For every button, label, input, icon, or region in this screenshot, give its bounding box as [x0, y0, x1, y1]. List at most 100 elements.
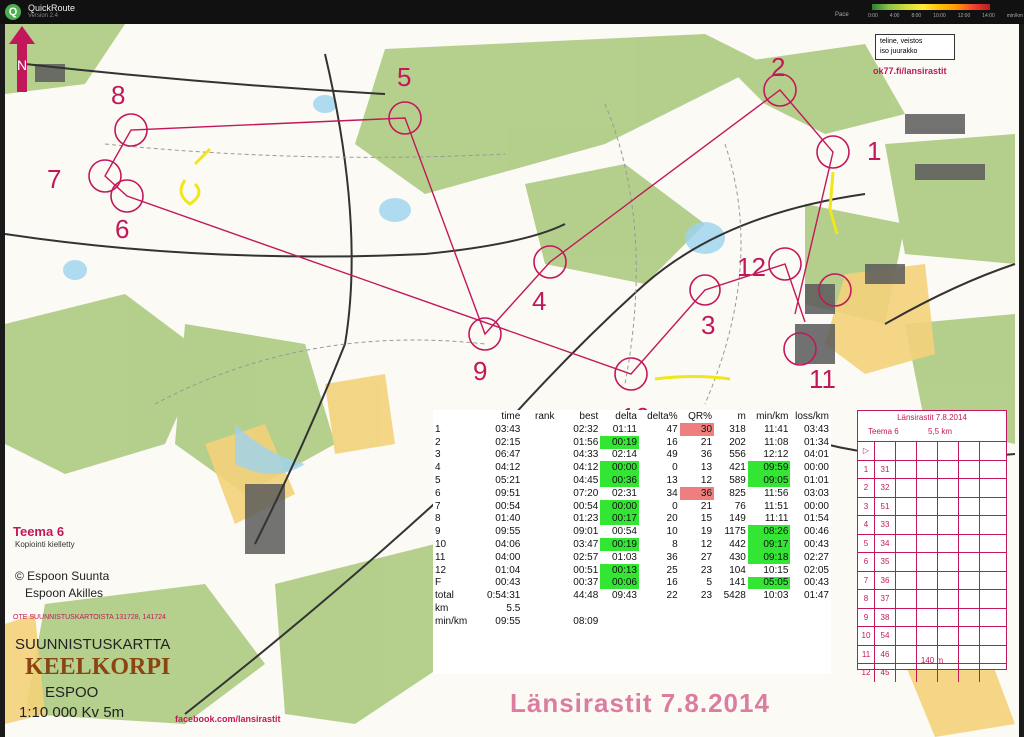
card-row: 3 51	[858, 496, 1006, 515]
split-cell	[522, 487, 556, 500]
split-cell: 104	[729, 564, 746, 576]
split-cell: 202	[729, 436, 746, 448]
split-cell	[600, 602, 639, 615]
split-cell: 421	[729, 462, 746, 474]
split-cell: 12	[700, 539, 713, 551]
split-cell: 12	[700, 475, 713, 487]
split-cell: 11	[435, 551, 446, 563]
split-cell	[639, 602, 680, 615]
split-cell: 08:26	[747, 525, 791, 539]
split-header-cell: m	[737, 411, 746, 422]
split-cell: 01:01	[803, 475, 829, 487]
svg-text:N: N	[17, 57, 27, 73]
split-header-cell: delta	[615, 411, 637, 422]
split-cell: 22	[666, 590, 678, 602]
split-cell: 15	[700, 513, 713, 525]
split-row: 5 05:21 04:45 00:36 13 12 589 09:05 01:01	[433, 474, 831, 487]
split-cell: 44:48	[573, 590, 599, 602]
split-cell	[680, 602, 714, 615]
split-cell: 12	[435, 564, 447, 576]
split-cell: 23	[700, 564, 713, 576]
split-times-table: time rank best delta delta% QR% m min/km loss/km…	[433, 410, 831, 628]
split-cell: 16	[666, 436, 678, 448]
split-cell: km	[435, 603, 449, 615]
split-cell: 10:03	[763, 590, 789, 602]
split-cell: 10:15	[763, 564, 789, 576]
split-cell: F	[435, 577, 442, 589]
split-cell: 430	[729, 551, 746, 563]
split-header-row: time rank best delta delta% QR% m min/km loss/km	[433, 410, 831, 423]
split-cell: 02:15	[495, 436, 521, 448]
split-cell	[714, 602, 748, 615]
split-cell	[522, 602, 556, 615]
split-cell	[522, 525, 556, 538]
split-cell: 00:19	[600, 435, 639, 449]
split-cell: 09:55	[495, 615, 521, 627]
split-cell: 25	[666, 564, 678, 576]
split-cell: 09:18	[747, 550, 791, 564]
control-description-card: Länsirastit 7.8.2014 Teema 6 5,5 km ▷ 13…	[857, 410, 1007, 682]
split-cell: 5	[435, 475, 441, 487]
split-cell: 03:43	[803, 423, 829, 435]
split-row: 7 00:54 00:54 00:00 0 21 76 11:51 00:00	[433, 499, 831, 513]
split-cell: 2	[435, 436, 441, 448]
split-cell: 0	[672, 462, 678, 474]
split-cell: 00:43	[803, 577, 829, 589]
split-cell: 05:21	[495, 475, 521, 487]
split-header-cell: delta%	[647, 411, 678, 422]
split-cell: 04:00	[495, 551, 521, 563]
split-cell: 02:14	[611, 449, 637, 461]
split-cell: 30	[679, 423, 715, 436]
card-rows: ▷ 1 31 2 32 3 51 4 33 5 34 6 35 7 36 8 37 9 38 10…	[858, 441, 1006, 682]
split-cell: 03:43	[495, 423, 521, 435]
split-row: 1 03:43 02:32 01:11 47 30 318 11:41 03:43	[433, 423, 831, 436]
split-cell: 4	[435, 462, 441, 474]
map-symbol-legend: teline, veistos iso juurakko	[875, 34, 955, 60]
split-header-cell: QR%	[688, 411, 713, 422]
split-row: 12 01:04 00:51 00:13 25 23 104 10:15 02:05	[433, 563, 831, 577]
split-row: 6 09:51 07:20 02:31 34 36 825 11:56 03:03	[433, 486, 831, 500]
split-cell	[556, 602, 600, 615]
split-cell	[714, 615, 748, 628]
course-name: Teema 6	[13, 524, 65, 539]
split-cell: 04:33	[573, 449, 599, 461]
split-header-cell: best	[579, 411, 599, 422]
split-cell	[522, 564, 556, 577]
split-cell: 0	[672, 500, 678, 512]
split-header-cell: rank	[535, 411, 555, 422]
app-version: Version 2.4	[28, 13, 59, 19]
card-row: 10 54	[858, 626, 1006, 645]
split-cell	[522, 513, 556, 526]
split-cell: 21	[700, 436, 713, 448]
split-cell: 04:01	[803, 449, 829, 461]
split-cell: 01:56	[573, 436, 599, 448]
split-cell: 825	[729, 487, 746, 499]
split-cell: 10	[435, 539, 447, 551]
pace-scale-ticks: 0:00 4:00 8:00 10:00 12:00 14:00 min/km	[868, 13, 1023, 19]
split-cell: 00:00	[600, 461, 639, 475]
split-cell: 0:54:31	[486, 590, 521, 602]
copy-notice: Kopiointi kielletty	[15, 540, 75, 549]
split-cell	[522, 436, 556, 449]
split-cell: 23	[700, 590, 713, 602]
card-row: 1 31	[858, 459, 1006, 478]
split-cell: 01:23	[573, 513, 599, 525]
split-row: total 0:54:31 44:48 09:43 22 23 5428 10:03 01:47	[433, 589, 831, 602]
split-cell: 00:54	[611, 526, 637, 538]
split-cell: 11:51	[764, 500, 789, 512]
control-number-9: 9	[473, 356, 488, 386]
split-row: 9 09:55 09:01 00:54 10 19 1175 08:26 00:46	[433, 525, 831, 539]
quickroute-logo-icon: Q	[5, 4, 21, 20]
split-row: F 00:43 00:37 00:06 16 5 141 05:05 00:43	[433, 576, 831, 590]
control-number-11: 11	[809, 364, 836, 394]
split-row: 2 02:15 01:56 00:19 16 21 202 11:08 01:34	[433, 435, 831, 449]
split-cell: 556	[729, 449, 746, 461]
split-cell: 27	[700, 551, 713, 563]
split-cell	[748, 615, 791, 628]
split-cell: 00:13	[600, 563, 639, 577]
split-cell: 6	[435, 487, 441, 499]
card-course: Teema 6	[868, 427, 899, 436]
control-number-4: 4	[532, 286, 547, 316]
split-cell: 1	[435, 423, 441, 435]
split-cell: 02:27	[803, 551, 829, 563]
